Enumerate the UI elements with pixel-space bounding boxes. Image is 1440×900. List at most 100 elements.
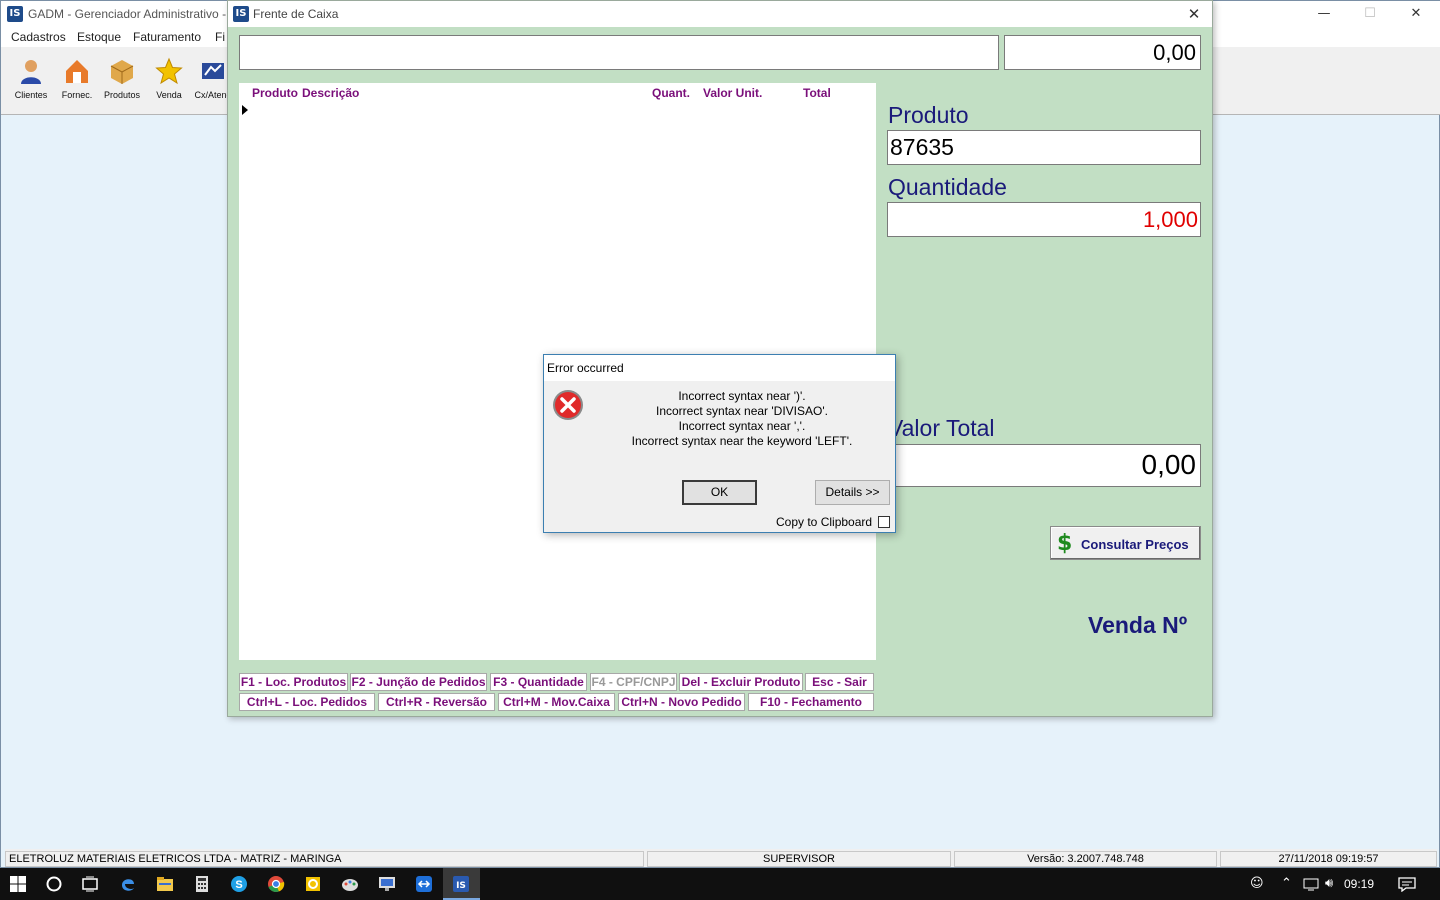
barcode-input[interactable]: [239, 35, 999, 70]
quantidade-label: Quantidade: [888, 174, 1007, 200]
status-company: ELETROLUZ MATERIAIS ELETRICOS LTDA - MAT…: [5, 851, 644, 867]
taskbar-skype[interactable]: S: [221, 868, 258, 900]
ok-button[interactable]: OK: [682, 480, 757, 505]
produto-label: Produto: [888, 102, 969, 128]
taskbar-app-yellow[interactable]: [295, 868, 332, 900]
svg-text:IS: IS: [456, 881, 466, 891]
toolbar-venda-button[interactable]: Venda: [149, 57, 189, 107]
error-line: Incorrect syntax near the keyword 'LEFT'…: [631, 434, 853, 448]
svg-text:S: S: [235, 879, 242, 891]
notes-icon: [306, 877, 320, 891]
error-line: Incorrect syntax near ','.: [678, 419, 806, 433]
menu-financeiro[interactable]: Fi: [215, 30, 225, 44]
taskbar-remote-desktop[interactable]: [369, 868, 406, 900]
fkey-f3-quantidade[interactable]: F3 - Quantidade: [490, 673, 587, 691]
supplier-icon: [66, 60, 88, 83]
taskbar-clock[interactable]: 09:19: [1344, 877, 1374, 891]
taskbar-app-paint[interactable]: [332, 868, 369, 900]
status-version: Versão: 3.2007.748.748: [954, 851, 1217, 867]
fkey-f2-juncao-pedidos[interactable]: F2 - Junção de Pedidos: [350, 673, 487, 691]
volume-icon[interactable]: 🔊︎: [1325, 876, 1333, 891]
box-icon: [110, 60, 134, 84]
toolbar-label: Clientes: [14, 90, 48, 100]
task-view-button[interactable]: [72, 868, 109, 900]
toolbar-label: Produtos: [103, 90, 141, 100]
chrome-icon: [268, 876, 285, 893]
grid-header-descricao[interactable]: Descrição: [302, 86, 359, 100]
fkey-esc-sair[interactable]: Esc - Sair: [805, 673, 874, 691]
close-icon[interactable]: ✕: [1393, 1, 1439, 27]
status-user: SUPERVISOR: [647, 851, 951, 867]
quantidade-input[interactable]: 1,000: [887, 202, 1201, 237]
fkey-f1-loc-produtos[interactable]: F1 - Loc. Produtos: [239, 673, 348, 691]
folder-icon: [157, 877, 173, 891]
copy-to-clipboard-checkbox[interactable]: [878, 516, 890, 528]
fkey-del-excluir-produto[interactable]: Del - Excluir Produto: [679, 673, 803, 691]
consultar-precos-label: Consultar Preços: [1081, 537, 1189, 552]
consultar-precos-button[interactable]: $ Consultar Preços: [1050, 526, 1201, 560]
toolbar-fornec-button[interactable]: Fornec.: [57, 57, 97, 107]
menu-estoque[interactable]: Estoque: [77, 30, 121, 44]
network-icon[interactable]: [1303, 878, 1319, 891]
teamviewer-icon: [416, 876, 432, 892]
taskbar: S IS ☺ ⌃ 🔊︎ 09:19: [0, 868, 1440, 900]
taskbar-teamviewer[interactable]: [406, 868, 443, 900]
fkey-ctrl-m-mov-caixa[interactable]: Ctrl+M - Mov.Caixa: [498, 693, 615, 711]
statusbar: ELETROLUZ MATERIAIS ELETRICOS LTDA - MAT…: [5, 849, 1437, 867]
dollar-icon: $: [1057, 531, 1073, 556]
taskbar-edge[interactable]: [110, 868, 147, 900]
taskbar-search-button[interactable]: [36, 868, 73, 900]
app-logo-icon: IS: [7, 6, 23, 22]
details-button[interactable]: Details >>: [815, 480, 890, 505]
menu-faturamento[interactable]: Faturamento: [133, 30, 201, 44]
toolbar-clientes-button[interactable]: Clientes: [11, 57, 51, 107]
star-icon: [155, 57, 183, 85]
taskbar-gadm[interactable]: IS: [443, 868, 480, 900]
error-dialog-titlebar[interactable]: Error occurred: [544, 355, 895, 381]
task-view-icon: [82, 876, 98, 892]
error-message: Incorrect syntax near ')'. Incorrect syn…: [594, 389, 890, 449]
start-button[interactable]: [0, 868, 37, 900]
caixa-titlebar[interactable]: IS Frente de Caixa ✕: [228, 1, 1212, 27]
gadm-app-icon: IS: [453, 876, 469, 892]
status-datetime: 27/11/2018 09:19:57: [1220, 851, 1437, 867]
minimize-icon[interactable]: —: [1301, 1, 1347, 27]
main-window-title: GADM - Gerenciador Administrativo -: [28, 7, 227, 21]
remote-desktop-icon: [379, 877, 395, 891]
close-icon[interactable]: ✕: [1176, 1, 1212, 27]
grid-header-quant[interactable]: Quant.: [652, 86, 690, 100]
notification-icon[interactable]: [1398, 877, 1416, 892]
grid-header-produto[interactable]: Produto: [252, 86, 298, 100]
taskbar-file-explorer[interactable]: [147, 868, 184, 900]
taskbar-calculator[interactable]: [184, 868, 221, 900]
fkey-f4-cpf-cnpj[interactable]: F4 - CPF/CNPJ: [590, 673, 677, 691]
calculator-icon: [196, 876, 208, 892]
toolbar-label: Venda: [156, 90, 182, 100]
fkey-ctrl-r-reversao[interactable]: Ctrl+R - Reversão: [378, 693, 495, 711]
person-icon: [21, 60, 41, 84]
error-dialog: Error occurred Incorrect syntax near ')'…: [543, 354, 896, 533]
fkey-f10-fechamento[interactable]: F10 - Fechamento: [748, 693, 874, 711]
toolbar-label: Fornec.: [61, 90, 93, 100]
grid-header-valor-unit[interactable]: Valor Unit.: [703, 86, 762, 100]
produto-input[interactable]: 87635: [887, 130, 1201, 165]
cortana-icon: [46, 876, 62, 892]
taskbar-chrome[interactable]: [258, 868, 295, 900]
toolbar-produtos-button[interactable]: Produtos: [102, 57, 142, 107]
error-line: Incorrect syntax near ')'.: [678, 389, 806, 403]
chevron-up-icon[interactable]: ⌃: [1281, 876, 1292, 891]
grid-header-total[interactable]: Total: [803, 86, 831, 100]
maximize-icon[interactable]: ☐: [1347, 1, 1393, 27]
error-line: Incorrect syntax near 'DIVISAO'.: [656, 404, 828, 418]
valor-total-label: Valor Total: [888, 415, 995, 441]
error-dialog-title: Error occurred: [547, 361, 624, 375]
menu-cadastros[interactable]: Cadastros: [11, 30, 66, 44]
people-icon[interactable]: ☺: [1250, 876, 1264, 891]
fkey-ctrl-n-novo-pedido[interactable]: Ctrl+N - Novo Pedido: [618, 693, 745, 711]
copy-to-clipboard-label[interactable]: Copy to Clipboard: [776, 515, 872, 529]
palette-icon: [342, 879, 358, 891]
venda-numero-label: Venda Nº: [1088, 612, 1188, 638]
windows-icon: [10, 876, 26, 892]
fkey-ctrl-l-loc-pedidos[interactable]: Ctrl+L - Loc. Pedidos: [239, 693, 375, 711]
register-icon: [202, 63, 224, 79]
